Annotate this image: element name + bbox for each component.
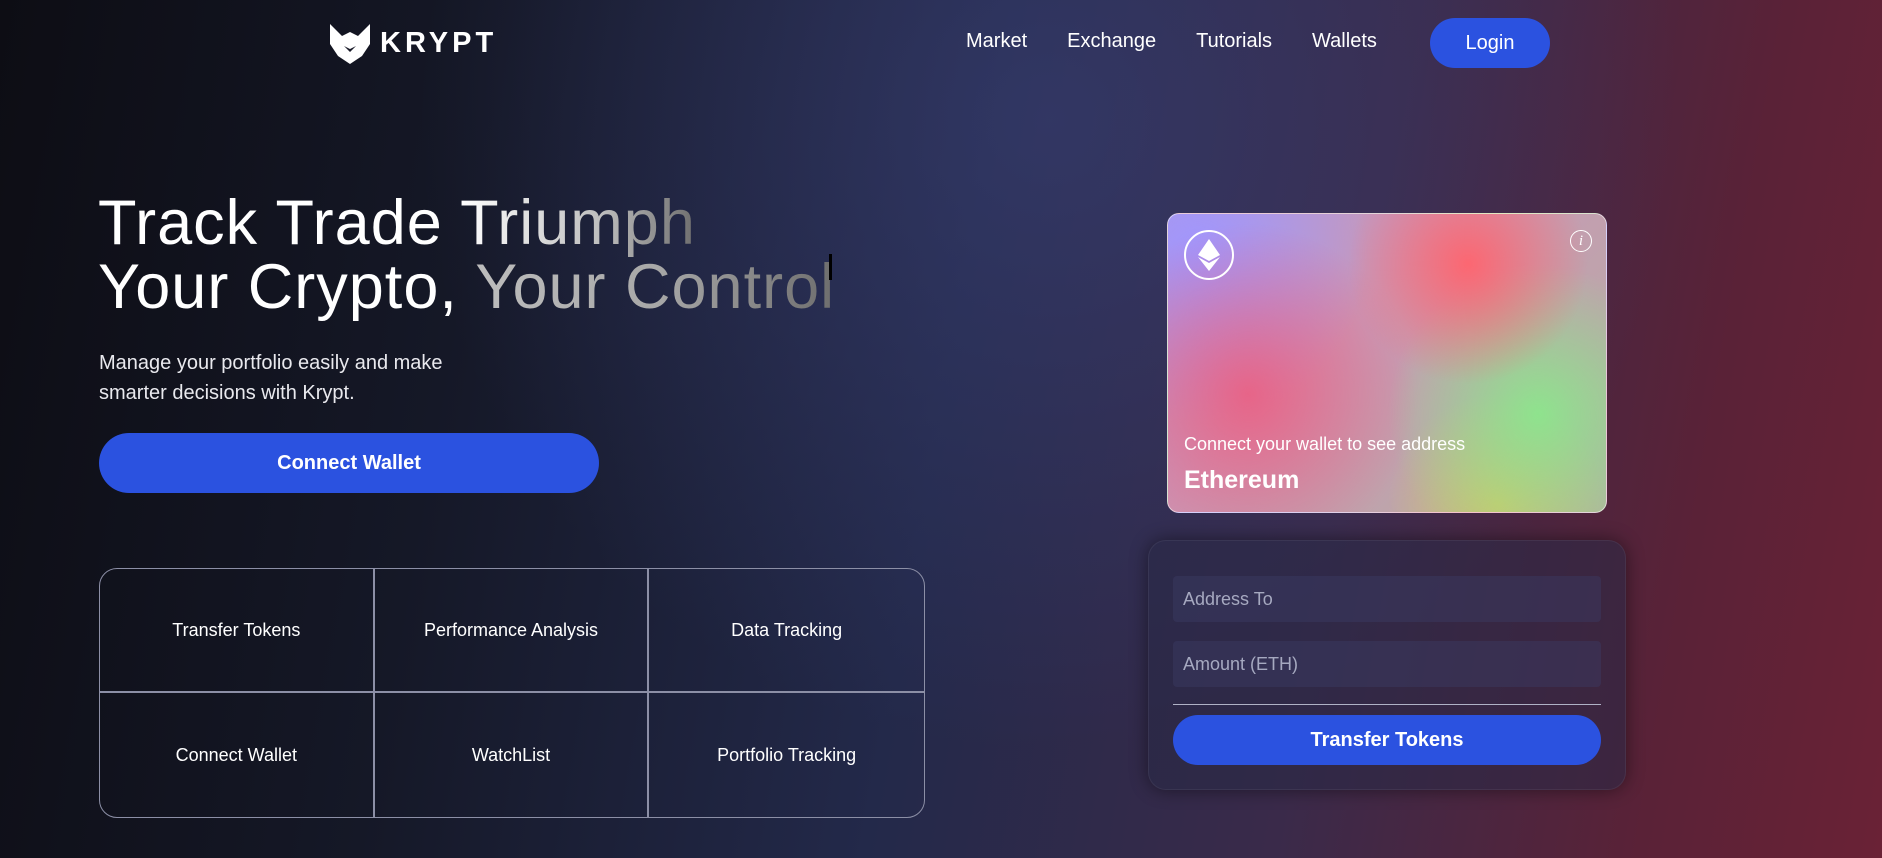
transfer-tokens-button[interactable]: Transfer Tokens (1173, 715, 1601, 765)
feature-watchlist: WatchList (375, 693, 650, 817)
hero-title-part: Triumph (460, 188, 696, 258)
feature-performance-analysis: Performance Analysis (374, 569, 650, 693)
wallet-address-text: Connect your wallet to see address (1184, 434, 1466, 454)
ethereum-icon (1184, 230, 1234, 280)
fox-logo-icon (330, 24, 370, 64)
feature-connect-wallet: Connect Wallet (100, 693, 375, 817)
feature-transfer-tokens: Transfer Tokens (100, 569, 375, 693)
nav-link-market[interactable]: Market (966, 30, 1027, 53)
hero-title-part: Your Control (475, 252, 836, 322)
address-to-input[interactable] (1173, 576, 1601, 622)
form-divider (1173, 704, 1601, 705)
nav-links: Market Exchange Tutorials Wallets (966, 30, 1377, 53)
feature-data-tracking: Data Tracking (649, 569, 924, 693)
hero-title-part: Track Trade (98, 188, 461, 258)
transfer-form: Transfer Tokens (1148, 540, 1626, 790)
amount-input[interactable] (1173, 641, 1601, 687)
feature-grid: Transfer Tokens Performance Analysis Dat… (99, 568, 925, 818)
hero-description: Manage your portfolio easily and make sm… (99, 352, 443, 404)
nav-link-tutorials[interactable]: Tutorials (1196, 30, 1272, 53)
hero-title-line-2: Your Crypto, Your Control (98, 254, 834, 319)
ethereum-diamond-icon (1198, 239, 1220, 271)
info-icon[interactable]: i (1570, 230, 1592, 252)
nav-link-wallets[interactable]: Wallets (1312, 30, 1377, 53)
connect-wallet-button[interactable]: Connect Wallet (99, 433, 599, 493)
login-button[interactable]: Login (1430, 18, 1550, 68)
hero-title-part: Your Crypto, (98, 252, 476, 322)
hero-title-line-1: Track Trade Triumph (98, 192, 832, 255)
network-name: Ethereum (1184, 466, 1300, 494)
brand-logo[interactable]: KRYPT (328, 22, 497, 64)
typing-caret (829, 254, 833, 280)
nav-link-exchange[interactable]: Exchange (1067, 30, 1156, 53)
ethereum-card: i Connect your wallet to see address Eth… (1167, 213, 1607, 513)
top-nav: KRYPT Market Exchange Tutorials Wallets … (0, 0, 1882, 86)
feature-portfolio-tracking: Portfolio Tracking (717, 744, 857, 765)
brand-name: KRYPT (380, 26, 498, 59)
hero-title: Track Trade Triumph Your Crypto, Your Co… (98, 192, 834, 319)
